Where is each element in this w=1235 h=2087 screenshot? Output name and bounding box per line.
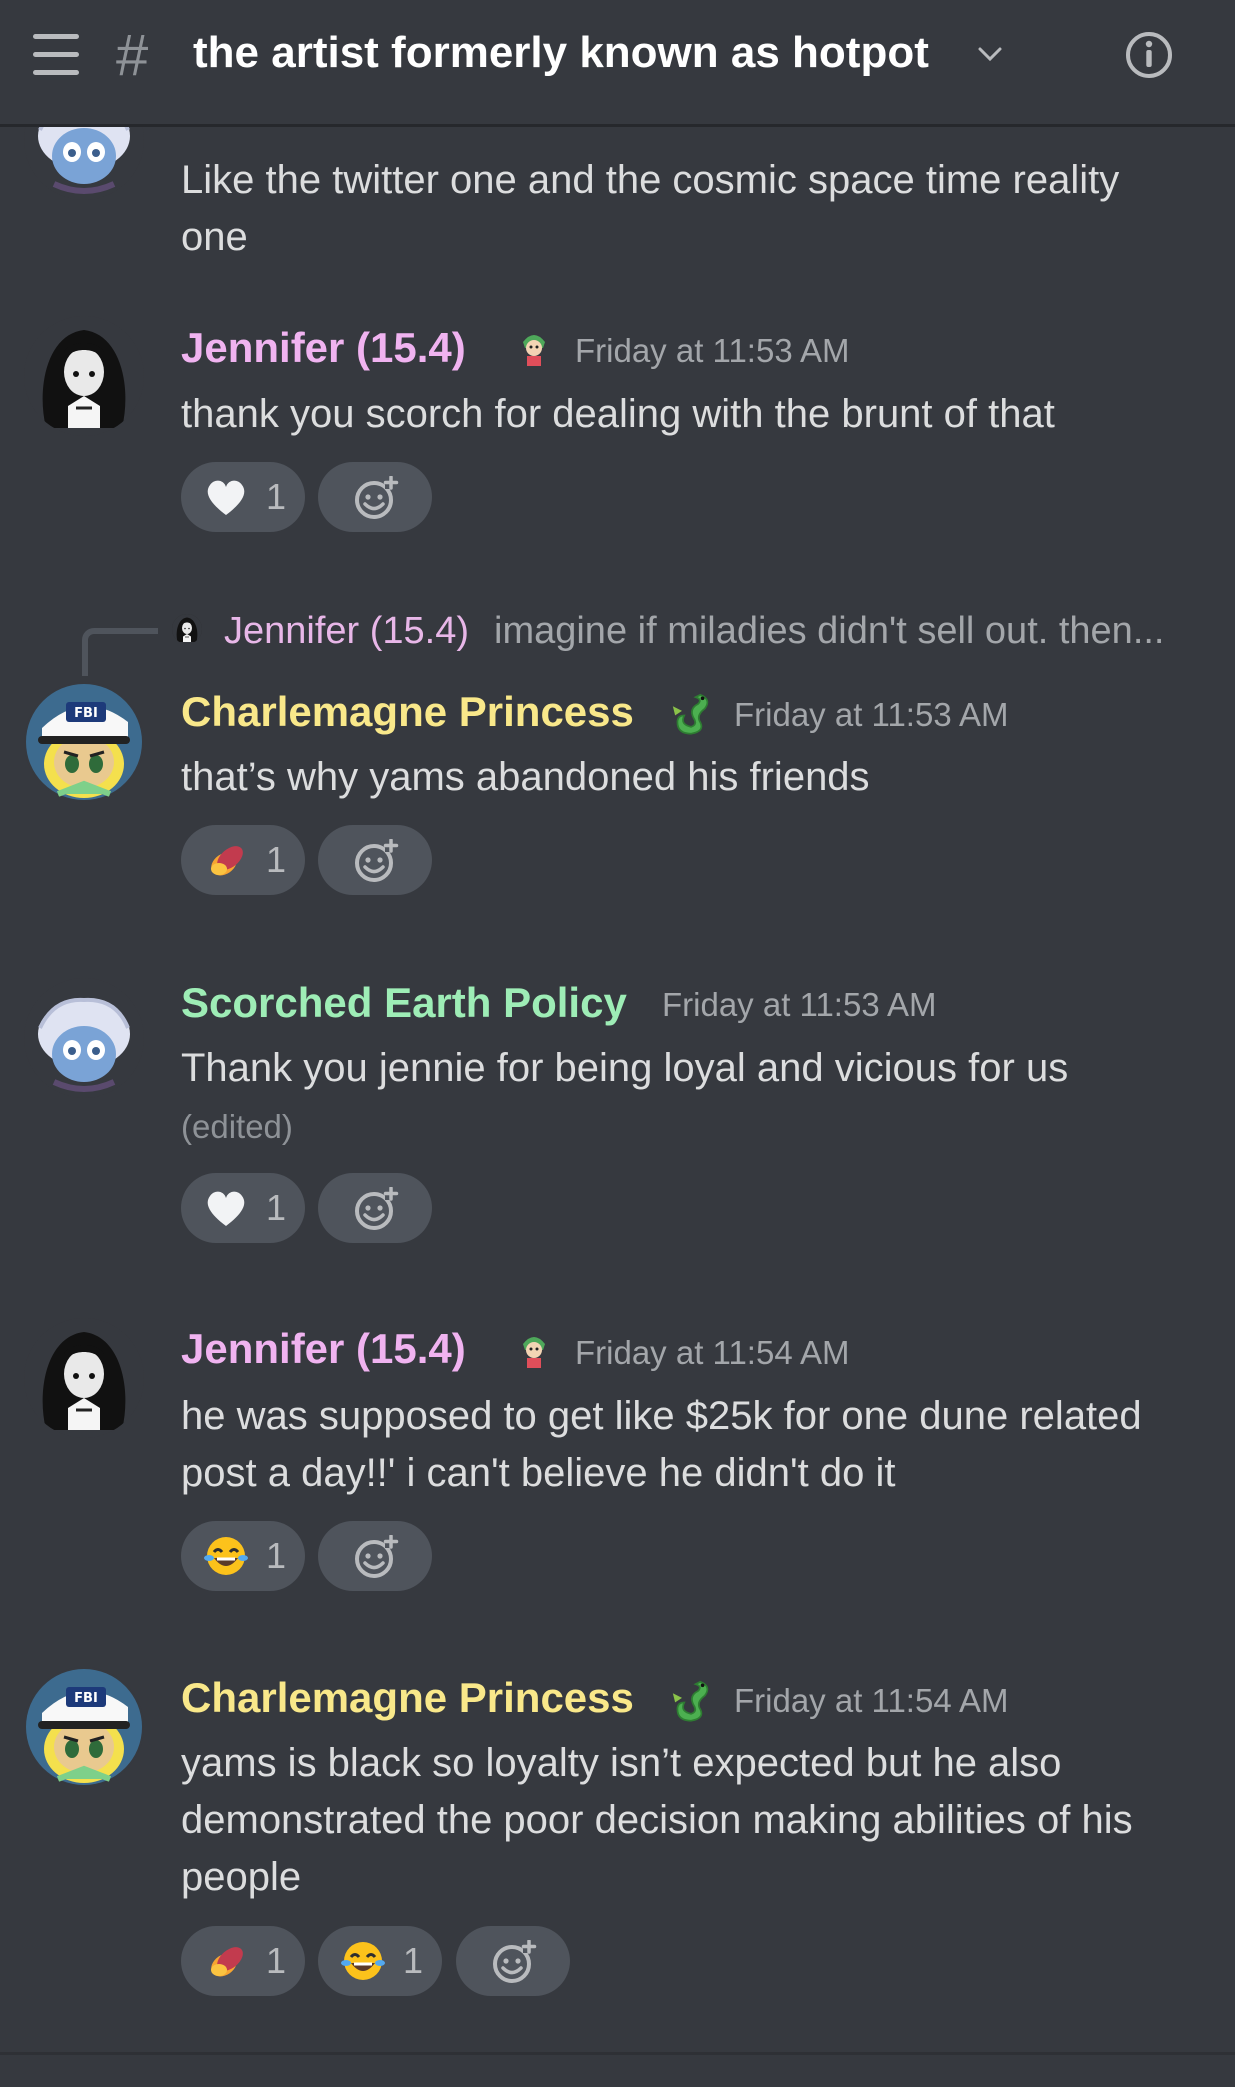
avatar[interactable] [24, 1318, 144, 1438]
message-text: thank you scorch for dealing with the br… [181, 392, 1055, 436]
timestamp: Friday at 11:54 AM [575, 1334, 850, 1371]
reaction-count: 1 [266, 1187, 287, 1228]
add-reaction-icon [493, 1940, 537, 1983]
avatar[interactable] [24, 682, 144, 802]
role-badge-icon [513, 326, 555, 368]
menu-icon[interactable] [33, 34, 79, 76]
tears-of-joy-icon [341, 1940, 385, 1982]
reaction-pill[interactable]: 1 [181, 825, 305, 895]
message-text: Thank you jennie for being loyal and vic… [181, 1040, 1191, 1155]
add-reaction-icon [355, 1187, 399, 1230]
message-text: he was supposed to get like $25k for one… [181, 1394, 1142, 1495]
reply-avatar [172, 614, 202, 644]
add-reaction-button[interactable] [318, 1521, 432, 1591]
channel-title[interactable]: the artist formerly known as hotpot [193, 28, 929, 78]
message-body: Thank you jennie for being loyal and vic… [181, 1046, 1069, 1090]
timestamp: Friday at 11:53 AM [734, 696, 1009, 733]
reaction-count: 1 [266, 839, 287, 880]
reply-text: imagine if miladies didn't sell out. the… [494, 610, 1165, 652]
reaction-pill[interactable]: 1 [181, 1926, 305, 1996]
add-reaction-button[interactable] [318, 462, 432, 532]
add-reaction-button[interactable] [318, 825, 432, 895]
reply-connector [82, 628, 158, 676]
sweet-potato-icon [206, 1942, 248, 1982]
role-badge-icon [513, 1328, 555, 1370]
timestamp: Friday at 11:53 AM [662, 986, 937, 1023]
reaction-count: 1 [403, 1940, 424, 1981]
reply-author[interactable]: Jennifer (15.4) [224, 610, 469, 653]
timestamp: Friday at 11:53 AM [575, 332, 850, 369]
avatar[interactable] [24, 978, 144, 1098]
add-reaction-icon [355, 476, 399, 519]
heart-icon [207, 480, 245, 515]
dragon-badge-icon [671, 1681, 709, 1722]
add-reaction-button[interactable] [456, 1926, 570, 1996]
add-reaction-icon [355, 1535, 399, 1578]
message-text: that’s why yams abandoned his friends [181, 755, 870, 799]
add-reaction-button[interactable] [318, 1173, 432, 1243]
author-name[interactable]: Scorched Earth Policy [181, 979, 627, 1027]
chevron-down-icon[interactable] [972, 36, 1008, 72]
author-name[interactable]: Charlemagne Princess [181, 1674, 634, 1722]
tears-of-joy-icon [204, 1535, 248, 1577]
author-name[interactable]: Jennifer (15.4) [181, 1325, 466, 1373]
heart-icon [207, 1191, 245, 1226]
message-text: yams is black so loyalty isn’t expected … [181, 1741, 1133, 1899]
reaction-pill[interactable]: 1 [181, 1173, 305, 1243]
channel-hash-icon: # [116, 23, 149, 88]
author-name[interactable]: Charlemagne Princess [181, 688, 634, 736]
timestamp: Friday at 11:54 AM [734, 1682, 1009, 1719]
reaction-count: 1 [266, 1940, 287, 1981]
avatar[interactable] [24, 1667, 144, 1787]
author-name[interactable]: Jennifer (15.4) [181, 324, 466, 372]
avatar[interactable] [24, 316, 144, 436]
reaction-pill[interactable]: 1 [318, 1926, 442, 1996]
reaction-pill[interactable]: 1 [181, 462, 305, 532]
add-reaction-icon [355, 839, 399, 882]
edited-label: (edited) [181, 1108, 293, 1145]
channel-header: # the artist formerly known as hotpot [0, 0, 1235, 127]
reaction-count: 1 [266, 476, 287, 517]
info-icon[interactable] [1124, 30, 1174, 80]
dragon-badge-icon [671, 693, 709, 735]
reaction-pill[interactable]: 1 [181, 1521, 305, 1591]
reaction-count: 1 [266, 1535, 287, 1576]
divider [0, 2052, 1235, 2055]
message-text: Like the twitter one and the cosmic spac… [181, 158, 1120, 259]
sweet-potato-icon [206, 841, 248, 881]
